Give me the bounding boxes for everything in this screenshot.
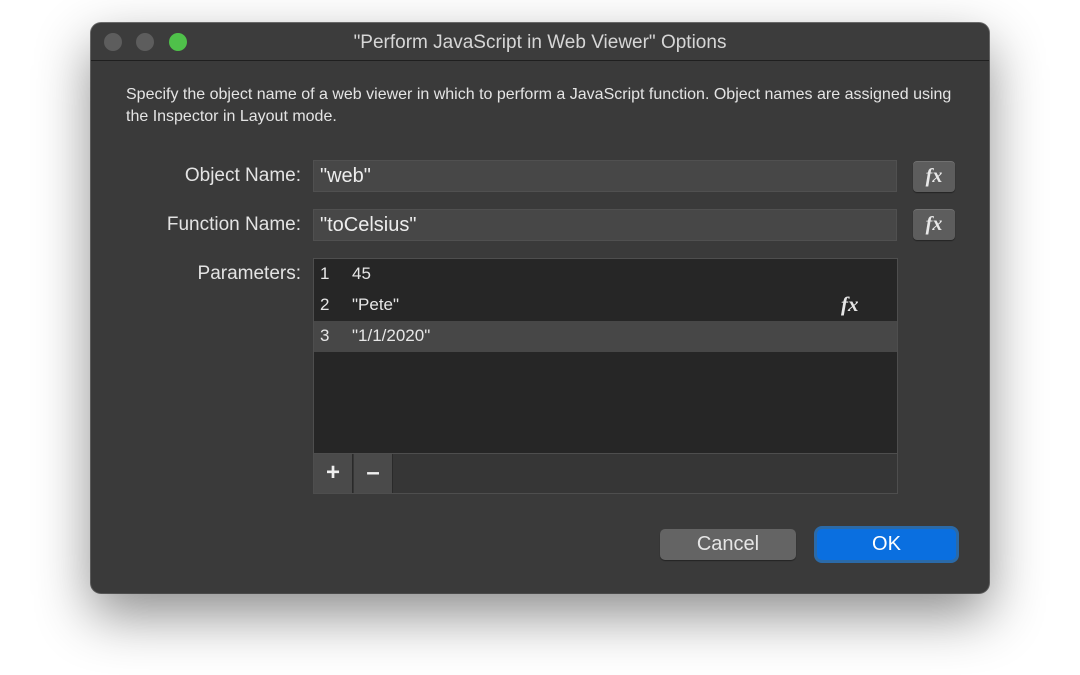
parameter-fx-icon[interactable]: fx (841, 292, 859, 317)
function-name-label: Function Name: (166, 214, 301, 235)
parameter-index: 3 (320, 326, 330, 345)
function-name-field[interactable]: "toCelsius" (313, 209, 897, 241)
title-bar: "Perform JavaScript in Web Viewer" Optio… (91, 23, 989, 61)
function-name-fx-button[interactable]: fx (913, 209, 955, 240)
parameter-index: 2 (320, 295, 330, 314)
options-dialog: "Perform JavaScript in Web Viewer" Optio… (91, 23, 989, 593)
parameter-value: "Pete" (352, 295, 400, 314)
object-name-fx-button[interactable]: fx (913, 161, 955, 192)
object-name-label: Object Name: (184, 165, 301, 186)
parameter-row[interactable]: 1 45 (314, 259, 897, 290)
list-footer: + – (314, 453, 897, 493)
parameter-value: 45 (352, 264, 371, 283)
parameters-list[interactable]: 1 45 2 "Pete" fx 3 "1/1/2020" + – (313, 258, 898, 494)
dialog-description: Specify the object name of a web viewer … (126, 86, 952, 125)
parameter-value: "1/1/2020" (352, 326, 431, 345)
parameter-row-selected[interactable]: 3 "1/1/2020" (314, 321, 897, 352)
add-parameter-button[interactable]: + (314, 454, 353, 493)
parameter-index: 1 (320, 264, 330, 283)
object-name-field[interactable]: "web" (313, 160, 897, 192)
cancel-button[interactable]: Cancel (660, 529, 796, 560)
parameters-label: Parameters: (197, 263, 301, 284)
parameter-row[interactable]: 2 "Pete" fx (314, 290, 897, 321)
ok-button[interactable]: OK (817, 529, 956, 560)
dialog-title: "Perform JavaScript in Web Viewer" Optio… (353, 32, 727, 53)
remove-parameter-button[interactable]: – (354, 454, 393, 493)
